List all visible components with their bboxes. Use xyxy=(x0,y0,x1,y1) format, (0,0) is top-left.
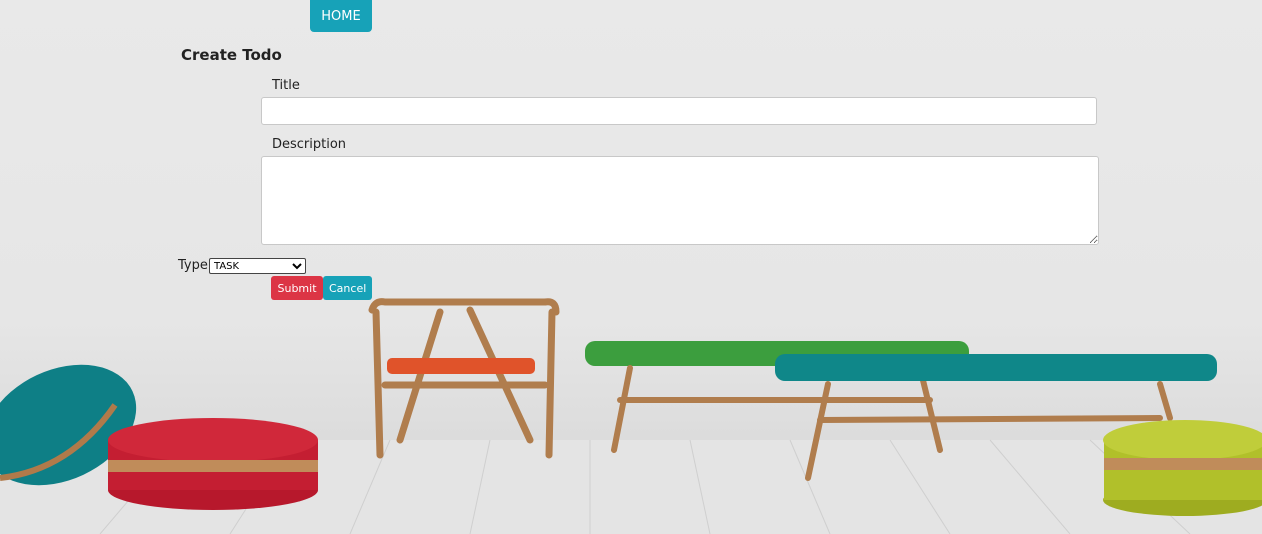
title-input[interactable] xyxy=(261,97,1097,125)
description-textarea[interactable] xyxy=(261,156,1099,245)
cancel-button[interactable]: Cancel xyxy=(323,276,372,300)
home-button[interactable]: HOME xyxy=(310,0,372,32)
description-label: Description xyxy=(272,137,347,152)
type-select[interactable]: TASK xyxy=(209,258,306,274)
red-pouf xyxy=(108,418,318,510)
chair-seat xyxy=(387,358,535,374)
type-label: Type xyxy=(178,258,208,273)
submit-button[interactable]: Submit xyxy=(271,276,323,300)
page-title: Create Todo xyxy=(181,46,282,64)
lime-pouf xyxy=(1103,420,1262,516)
wooden-chair xyxy=(368,298,560,459)
title-label: Title xyxy=(272,78,300,93)
